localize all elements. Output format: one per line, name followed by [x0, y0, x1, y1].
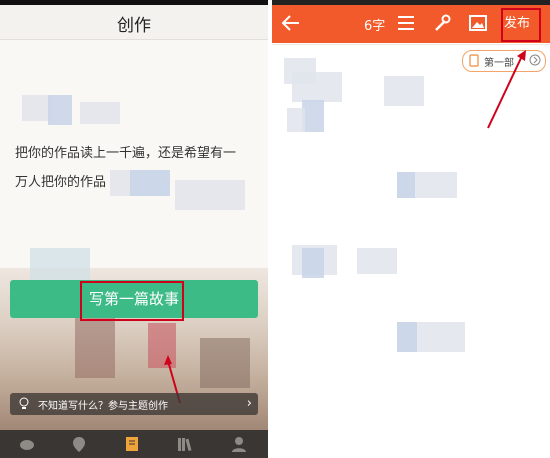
word-count: 6字	[364, 19, 386, 34]
write-icon[interactable]	[124, 435, 142, 453]
right-screen: 6字 发布 第一部	[272, 0, 550, 458]
blurred-block	[130, 170, 170, 196]
blurred-block	[384, 76, 424, 106]
blurred-block	[48, 95, 72, 125]
location-icon[interactable]	[70, 435, 88, 453]
page-title: 创作	[117, 16, 151, 36]
blurred-block	[302, 248, 324, 278]
image-icon[interactable]	[468, 13, 488, 33]
blurred-block	[175, 180, 245, 210]
left-header: 创作	[0, 5, 268, 40]
arrow-right-icon	[529, 54, 541, 66]
lightbulb-icon	[19, 397, 29, 409]
highlight-box	[501, 8, 541, 42]
divider	[272, 44, 550, 45]
document-icon	[469, 54, 479, 67]
story-text-line: 把你的作品读上一千遍，还是希望有一	[15, 146, 237, 161]
blurred-block	[292, 72, 342, 102]
bottom-nav	[0, 430, 268, 458]
home-icon[interactable]	[18, 435, 36, 453]
topic-hint-bar[interactable]: 不知道写什么？参与主题创作 ›	[10, 393, 258, 415]
wrench-icon[interactable]	[432, 13, 452, 33]
topic-hint-text: 不知道写什么？参与主题创作	[38, 401, 168, 412]
list-icon[interactable]	[396, 13, 416, 33]
left-screen: 创作 把你的作品读上一千遍，还是希望有一 万人把你的作品 写第一篇故事 不知道写…	[0, 0, 268, 458]
profile-icon[interactable]	[230, 435, 248, 453]
blurred-block	[80, 102, 120, 124]
blurred-block	[287, 108, 305, 132]
annotation-arrow-icon	[487, 50, 526, 129]
chevron-right-icon: ›	[246, 396, 252, 411]
highlight-box	[80, 281, 184, 321]
story-text-line: 万人把你的作品	[15, 175, 107, 190]
back-arrow-icon[interactable]	[280, 12, 302, 34]
blurred-block	[357, 248, 397, 274]
blurred-block	[397, 172, 415, 198]
blurred-block	[397, 322, 417, 352]
library-icon[interactable]	[176, 435, 194, 453]
blurred-block	[302, 100, 324, 132]
